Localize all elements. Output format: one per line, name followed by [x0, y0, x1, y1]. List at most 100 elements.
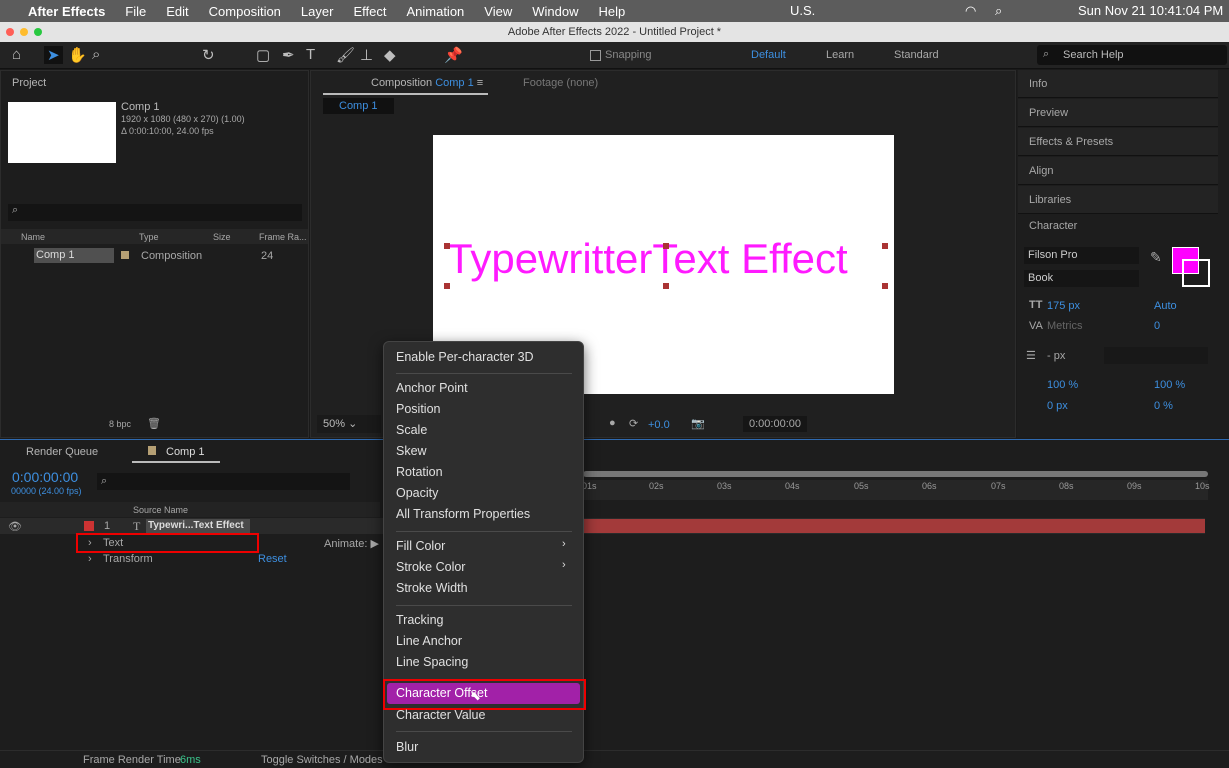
eraser-tool-icon[interactable]: ◆ — [384, 46, 396, 64]
viewer-timecode[interactable]: 0:00:00:00 — [743, 416, 807, 432]
clock[interactable]: Sun Nov 21 10:41:04 PM — [1078, 3, 1223, 18]
menu-window[interactable]: Window — [532, 4, 578, 19]
rotate-tool-icon[interactable]: ↻ — [202, 46, 215, 64]
menu-item-rotation[interactable]: Rotation — [396, 465, 443, 479]
wifi-icon[interactable]: ◠ — [965, 3, 976, 19]
menu-layer[interactable]: Layer — [301, 4, 334, 19]
eyedropper-icon[interactable]: ✎ — [1150, 249, 1162, 266]
search-icon[interactable]: ⌕ — [995, 3, 1002, 19]
stroke-width-value[interactable]: - px — [1047, 350, 1065, 362]
handle[interactable] — [444, 243, 450, 249]
render-queue-tab[interactable]: Render Queue — [26, 446, 98, 458]
align-panel[interactable]: Align — [1018, 157, 1218, 185]
horizontal-scale-value[interactable]: 100 % — [1154, 379, 1185, 391]
type-tool-icon[interactable]: T — [306, 46, 315, 63]
layer-label-color[interactable] — [84, 521, 94, 531]
menu-item-fill-color[interactable]: Fill Color — [396, 539, 445, 553]
menu-edit[interactable]: Edit — [166, 4, 188, 19]
effects-presets-panel[interactable]: Effects & Presets — [1018, 128, 1218, 156]
menu-item-anchor-point[interactable]: Anchor Point — [396, 381, 468, 395]
selection-tool-icon[interactable]: ➤ — [44, 46, 63, 64]
time-ruler[interactable] — [583, 480, 1208, 500]
menu-view[interactable]: View — [484, 4, 512, 19]
comp-breadcrumb[interactable]: Comp 1 — [323, 98, 394, 114]
vertical-scale-value[interactable]: 100 % — [1047, 379, 1078, 391]
footage-tab[interactable]: Footage (none) — [523, 77, 598, 89]
transform-property[interactable]: Transform — [103, 553, 153, 565]
tracking-value[interactable]: 0 — [1154, 320, 1160, 332]
menu-animation[interactable]: Animation — [406, 4, 464, 19]
brush-tool-icon[interactable]: 🖌 — [336, 46, 355, 64]
menu-item-per-char-3d[interactable]: Enable Per-character 3D — [396, 350, 534, 364]
app-menu[interactable]: After Effects — [28, 4, 105, 19]
snapping-checkbox[interactable] — [590, 50, 601, 61]
snapshot-icon[interactable]: 📷 — [691, 417, 705, 430]
hand-tool-icon[interactable]: ✋ — [68, 46, 87, 64]
leading-value[interactable]: Auto — [1154, 300, 1177, 312]
project-search-input[interactable]: ⌕ — [8, 204, 302, 221]
menu-item-line-anchor[interactable]: Line Anchor — [396, 634, 462, 648]
toggle-switches-modes[interactable]: Toggle Switches / Modes — [261, 754, 383, 766]
menu-file[interactable]: File — [125, 4, 146, 19]
col-name[interactable]: Name — [21, 232, 45, 242]
handle[interactable] — [444, 283, 450, 289]
zoom-select[interactable]: 50% ⌄ — [317, 415, 381, 433]
menu-item-all-transform[interactable]: All Transform Properties — [396, 507, 530, 521]
stroke-type-select[interactable] — [1104, 347, 1208, 364]
baseline-shift-value[interactable]: 0 px — [1047, 400, 1068, 412]
zoom-window-button[interactable] — [34, 28, 42, 36]
time-navigator[interactable] — [583, 471, 1208, 477]
menu-item-character-offset[interactable]: Character Offset — [387, 683, 580, 704]
menu-item-scale[interactable]: Scale — [396, 423, 427, 437]
exposure-value[interactable]: +0.0 — [648, 419, 670, 431]
workspace-learn[interactable]: Learn — [826, 49, 854, 61]
search-help-input[interactable]: ⌕ Search Help — [1037, 45, 1227, 65]
layer-row[interactable]: 👁 1 T Typewri...Text Effect — [0, 518, 1205, 534]
eye-icon[interactable]: 👁 — [8, 520, 22, 533]
home-icon[interactable]: ⌂ — [12, 46, 21, 63]
menu-item-tracking[interactable]: Tracking — [396, 613, 443, 627]
info-panel[interactable]: Info — [1018, 70, 1218, 98]
layer-duration-bar[interactable] — [583, 519, 1205, 533]
current-time[interactable]: 0:00:00:00 — [12, 469, 78, 485]
kerning-value[interactable]: Metrics — [1047, 320, 1082, 332]
handle[interactable] — [882, 283, 888, 289]
handle[interactable] — [663, 283, 669, 289]
menu-effect[interactable]: Effect — [353, 4, 386, 19]
font-style-select[interactable]: Book — [1024, 270, 1139, 287]
project-row[interactable]: Comp 1 Composition 24 — [1, 247, 308, 264]
handle[interactable] — [882, 243, 888, 249]
rectangle-tool-icon[interactable]: ▢ — [256, 46, 270, 64]
handle[interactable] — [663, 243, 669, 249]
col-framerate[interactable]: Frame Ra... — [259, 232, 307, 242]
preview-panel[interactable]: Preview — [1018, 99, 1218, 127]
tsume-value[interactable]: 0 % — [1154, 400, 1173, 412]
menu-item-position[interactable]: Position — [396, 402, 440, 416]
composition-tab[interactable]: Composition Comp 1 ≡ — [371, 77, 483, 89]
reset-link[interactable]: Reset — [258, 553, 287, 565]
menu-help[interactable]: Help — [598, 4, 625, 19]
font-size-value[interactable]: 175 px — [1047, 300, 1080, 312]
minimize-window-button[interactable] — [20, 28, 28, 36]
pen-tool-icon[interactable]: ✒ — [282, 46, 295, 64]
menu-item-line-spacing[interactable]: Line Spacing — [396, 655, 468, 669]
pin-tool-icon[interactable]: 📌 — [444, 46, 463, 64]
col-size[interactable]: Size — [213, 232, 231, 242]
input-source[interactable]: U.S. — [790, 3, 815, 18]
workspace-standard[interactable]: Standard — [894, 49, 939, 61]
label-color[interactable] — [121, 251, 129, 259]
workspace-default[interactable]: Default — [751, 49, 786, 61]
menu-composition[interactable]: Composition — [209, 4, 281, 19]
col-type[interactable]: Type — [139, 232, 159, 242]
layer-name[interactable]: Typewri...Text Effect — [146, 519, 250, 533]
libraries-panel[interactable]: Libraries — [1018, 186, 1218, 214]
timeline-search-input[interactable]: ⌕ — [97, 473, 350, 490]
close-window-button[interactable] — [6, 28, 14, 36]
project-tab[interactable]: Project — [12, 77, 46, 89]
zoom-tool-icon[interactable]: ⌕ — [92, 46, 100, 63]
menu-item-skew[interactable]: Skew — [396, 444, 427, 458]
source-name-column[interactable]: Source Name — [133, 505, 188, 515]
bpc-toggle[interactable]: 8 bpc — [109, 419, 131, 429]
font-family-select[interactable]: Filson Pro — [1024, 247, 1139, 264]
menu-item-opacity[interactable]: Opacity — [396, 486, 438, 500]
